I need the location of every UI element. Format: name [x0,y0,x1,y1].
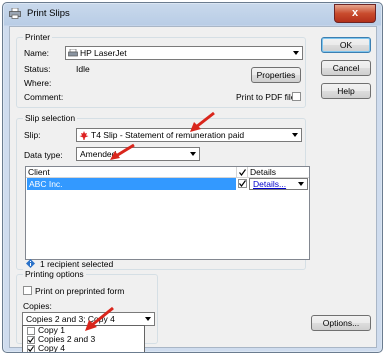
printer-name-label: Name: [24,48,50,58]
printing-options-group-label: Printing options [23,269,86,279]
checkmark-icon [28,346,34,352]
copies-option-copy-4[interactable]: Copy 4 [24,343,141,353]
copies-option-checkbox[interactable] [27,345,35,352]
print-to-pdf-checkbox[interactable] [292,92,301,101]
dialog-client: Printer Name: HP LaserJet Status: Idle W… [9,26,377,348]
annotation-arrow-icon [110,143,135,160]
column-header-details[interactable]: Details [248,167,309,178]
printer-name-combo[interactable]: HP LaserJet [65,46,303,60]
chevron-down-icon[interactable] [293,51,299,55]
printer-status-value: Idle [76,64,90,74]
checkmark-icon [28,337,34,343]
ok-button[interactable]: OK [321,37,371,53]
data-type-combo[interactable]: Amended [76,147,200,161]
checkmark-icon [239,169,246,176]
window-title: Print Slips [27,8,70,19]
print-slips-dialog: Print Slips x Printer Name: HP LaserJet … [2,2,383,353]
printer-name-value: HP LaserJet [80,48,127,58]
column-header-client[interactable]: Client [26,167,237,178]
table-row[interactable]: ABC Inc. Details... [26,178,309,190]
print-to-pdf-label: Print to PDF file [236,92,296,102]
title-bar[interactable]: Print Slips x [3,3,382,25]
preprinted-form-checkbox[interactable] [23,286,32,295]
row-include-checkbox[interactable] [238,179,247,188]
copies-option-checkbox[interactable] [27,327,35,335]
printer-icon [68,49,78,57]
column-header-check[interactable] [237,167,248,178]
data-type-label: Data type: [24,150,63,160]
maple-leaf-icon [79,131,89,140]
cancel-button[interactable]: Cancel [321,60,371,76]
printer-group-label: Printer [23,32,53,42]
copies-option-label: Copy 4 [38,343,65,353]
chevron-down-icon[interactable] [190,152,196,156]
options-button[interactable]: Options... [311,315,371,331]
client-cell[interactable]: ABC Inc. [27,178,236,190]
printer-icon [9,8,21,19]
printer-status-label: Status: [24,64,51,74]
info-icon [26,259,35,268]
properties-button[interactable]: Properties [251,67,301,83]
copies-label: Copies: [23,301,52,311]
chevron-down-icon[interactable] [298,182,304,186]
slip-selection-group-label: Slip selection [23,113,78,123]
slip-value: T4 Slip - Statement of remuneration paid [91,130,245,140]
checkmark-icon [239,180,246,187]
preprinted-form-label: Print on preprinted form [35,286,125,296]
chevron-down-icon[interactable] [145,317,151,321]
close-button[interactable]: x [334,4,376,23]
copies-option-checkbox[interactable] [27,336,35,344]
client-table: Client Details ABC Inc. Details... [25,166,310,260]
printer-comment-label: Comment: [24,92,64,102]
annotation-arrow-icon [85,306,114,331]
annotation-arrow-icon [190,111,215,132]
details-link[interactable]: Details... [253,179,286,189]
details-combo[interactable]: Details... [249,178,308,190]
recipient-status: 1 recipient selected [40,259,114,269]
slip-label: Slip: [24,130,41,140]
help-button[interactable]: Help [321,83,371,99]
printer-where-label: Where: [24,78,52,88]
chevron-down-icon[interactable] [292,133,298,137]
